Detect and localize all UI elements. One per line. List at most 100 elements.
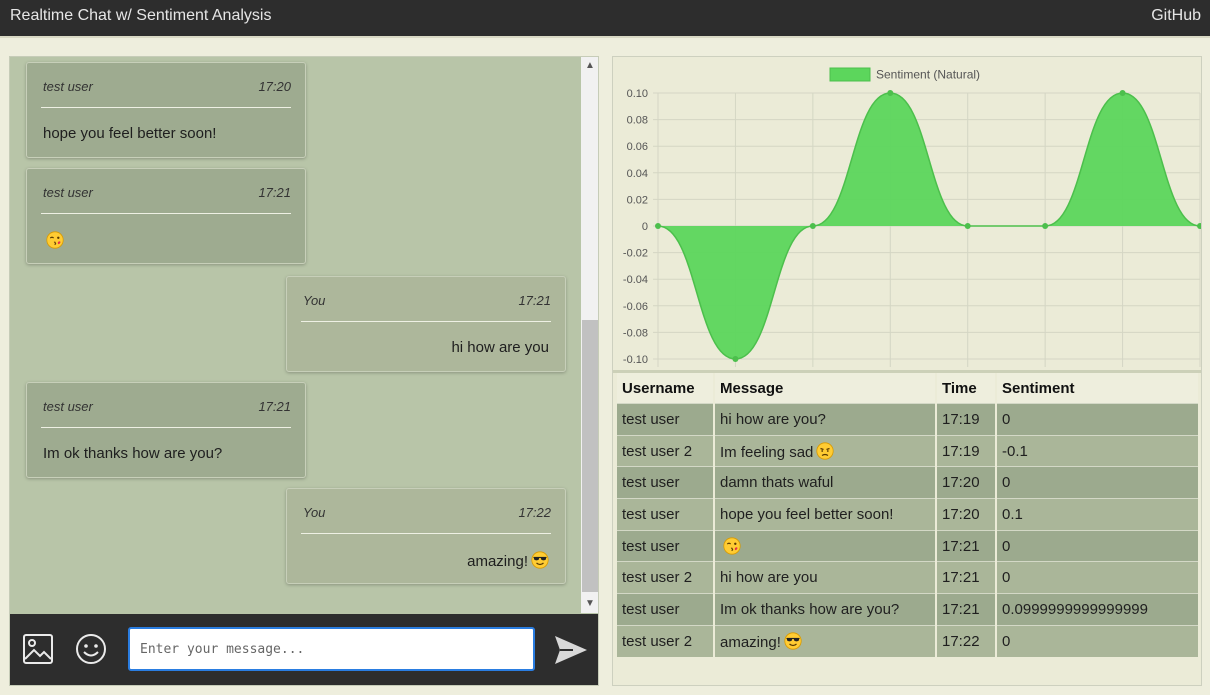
scroll-down-arrow-icon[interactable]: ▼ xyxy=(581,595,598,613)
message-text: hi how are you xyxy=(451,339,549,356)
table-row[interactable]: test user hope you feel better soon! 17:20… xyxy=(617,498,1198,530)
scrollbar-thumb[interactable] xyxy=(582,320,598,592)
emoji-picker-button[interactable] xyxy=(74,632,108,666)
cell-username: test user xyxy=(617,529,713,562)
cell-username: test user xyxy=(617,403,713,435)
table-row[interactable]: test user 2 hi how are you 17:21 0 xyxy=(617,561,1198,594)
table-row[interactable]: test user hi how are you? 17:19 0 xyxy=(617,403,1198,435)
y-tick-label: -0.04 xyxy=(623,274,648,286)
column-header-sentiment[interactable]: Sentiment xyxy=(997,373,1198,403)
cell-time: 17:21 xyxy=(937,561,995,594)
cell-username: test user 2 xyxy=(617,434,713,467)
message-text-content: Im ok thanks how are you? xyxy=(43,445,223,462)
column-header-message[interactable]: Message xyxy=(715,373,935,403)
cell-sentiment: 0 xyxy=(997,561,1198,594)
y-tick-label: -0.08 xyxy=(623,327,648,339)
data-point xyxy=(809,223,816,229)
cell-message: hi how are you? xyxy=(715,403,935,435)
cell-message-text: amazing! xyxy=(720,633,781,651)
cell-username: test user xyxy=(617,498,713,530)
cell-sentiment: 0.1 xyxy=(997,498,1198,530)
data-point xyxy=(964,223,971,229)
table-row[interactable]: test user Im ok thanks how are you? 17:21 0… xyxy=(617,593,1198,625)
message-divider xyxy=(41,107,291,108)
cell-message-text: hi how are you xyxy=(720,569,818,587)
message-list[interactable]: test user 17:20 hope you feel better soon!… xyxy=(10,57,580,613)
message-text-content: hope you feel better soon! xyxy=(43,125,217,142)
message-time: 17:21 xyxy=(518,293,551,308)
table-row[interactable]: test user 2 amazing! 17:22 0 xyxy=(617,624,1198,657)
series-area xyxy=(658,93,1200,359)
cell-time: 17:20 xyxy=(937,498,995,530)
sad-face-emoji xyxy=(816,441,834,460)
message-divider xyxy=(301,533,551,534)
message-divider xyxy=(41,427,291,428)
message-text-content: amazing! xyxy=(467,553,528,570)
legend-label: Sentiment (Natural) xyxy=(876,68,980,82)
message-bubble-outgoing[interactable]: You 17:21 hi how are you xyxy=(286,276,566,372)
data-point xyxy=(1119,90,1126,96)
y-tick-label: -0.10 xyxy=(623,354,648,366)
scroll-up-arrow-icon[interactable]: ▲ xyxy=(581,57,598,75)
data-point xyxy=(732,356,739,362)
table-row[interactable]: test user 2 Im feeling sad 17:19 -0.1 xyxy=(617,434,1198,467)
message-text xyxy=(43,231,64,250)
app-title[interactable]: Realtime Chat w/ Sentiment Analysis xyxy=(10,7,271,25)
message-time: 17:22 xyxy=(518,505,551,520)
cell-message xyxy=(715,529,935,562)
message-text: hope you feel better soon! xyxy=(43,125,216,142)
data-point xyxy=(887,90,894,96)
message-list-scrollbar[interactable]: ▲ ▼ xyxy=(581,57,598,613)
message-text: amazing! xyxy=(467,551,549,570)
cell-message: Im ok thanks how are you? xyxy=(715,593,935,625)
message-time: 17:21 xyxy=(258,399,291,414)
y-tick-label: 0.08 xyxy=(627,115,648,127)
message-input[interactable] xyxy=(128,627,535,671)
image-icon xyxy=(23,634,53,664)
cell-username: test user 2 xyxy=(617,624,713,657)
column-header-time[interactable]: Time xyxy=(937,373,995,403)
column-header-username[interactable]: Username xyxy=(617,373,713,403)
cell-message: hi how are you xyxy=(715,561,935,594)
y-tick-label: 0.10 xyxy=(627,88,648,100)
message-divider xyxy=(301,321,551,322)
message-bubble-incoming[interactable]: test user 17:21 xyxy=(26,168,306,264)
message-text-content: hi how are you xyxy=(451,339,549,356)
sunglasses-emoji xyxy=(784,632,802,650)
cell-sentiment: 0 xyxy=(997,403,1198,435)
cell-message-text: Im feeling sad xyxy=(720,443,814,461)
legend-swatch xyxy=(829,67,871,82)
message-time: 17:21 xyxy=(258,185,291,200)
message-username: You xyxy=(303,293,326,308)
cell-message: damn thats waful xyxy=(715,466,935,499)
attach-image-button[interactable] xyxy=(21,632,55,666)
send-button[interactable] xyxy=(553,633,589,667)
table-row[interactable]: test user 17:21 0 xyxy=(617,529,1198,562)
kissing-wink-emoji xyxy=(723,536,741,555)
cell-sentiment: -0.1 xyxy=(997,434,1198,467)
y-tick-label: 0.04 xyxy=(627,168,648,180)
y-tick-label: 0.02 xyxy=(627,194,648,206)
cell-time: 17:19 xyxy=(937,403,995,435)
message-bubble-incoming[interactable]: test user 17:21 Im ok thanks how are you? xyxy=(26,382,306,478)
github-link[interactable]: GitHub xyxy=(1151,7,1201,25)
smiley-icon xyxy=(76,634,106,664)
message-username: test user xyxy=(43,185,93,200)
message-text: Im ok thanks how are you? xyxy=(43,445,222,462)
y-tick-label: 0.06 xyxy=(627,141,648,153)
message-bubble-outgoing[interactable]: You 17:22 amazing! xyxy=(286,488,566,584)
cell-message-text: hi how are you? xyxy=(720,410,826,428)
message-bubble-incoming[interactable]: test user 17:20 hope you feel better soon! xyxy=(26,62,306,158)
cell-time: 17:21 xyxy=(937,529,995,562)
cell-message-text: damn thats waful xyxy=(720,474,834,492)
cell-username: test user xyxy=(617,593,713,625)
table-header-row: Username Message Time Sentiment xyxy=(617,373,1198,403)
data-point xyxy=(655,223,661,229)
y-tick-label: -0.02 xyxy=(623,248,648,260)
cell-time: 17:21 xyxy=(937,593,995,625)
cell-sentiment: 0 xyxy=(997,624,1198,657)
message-username: test user xyxy=(43,399,93,414)
table-row[interactable]: test user damn thats waful 17:20 0 xyxy=(617,466,1198,499)
data-point xyxy=(1197,223,1201,229)
cell-message: Im feeling sad xyxy=(715,434,935,467)
